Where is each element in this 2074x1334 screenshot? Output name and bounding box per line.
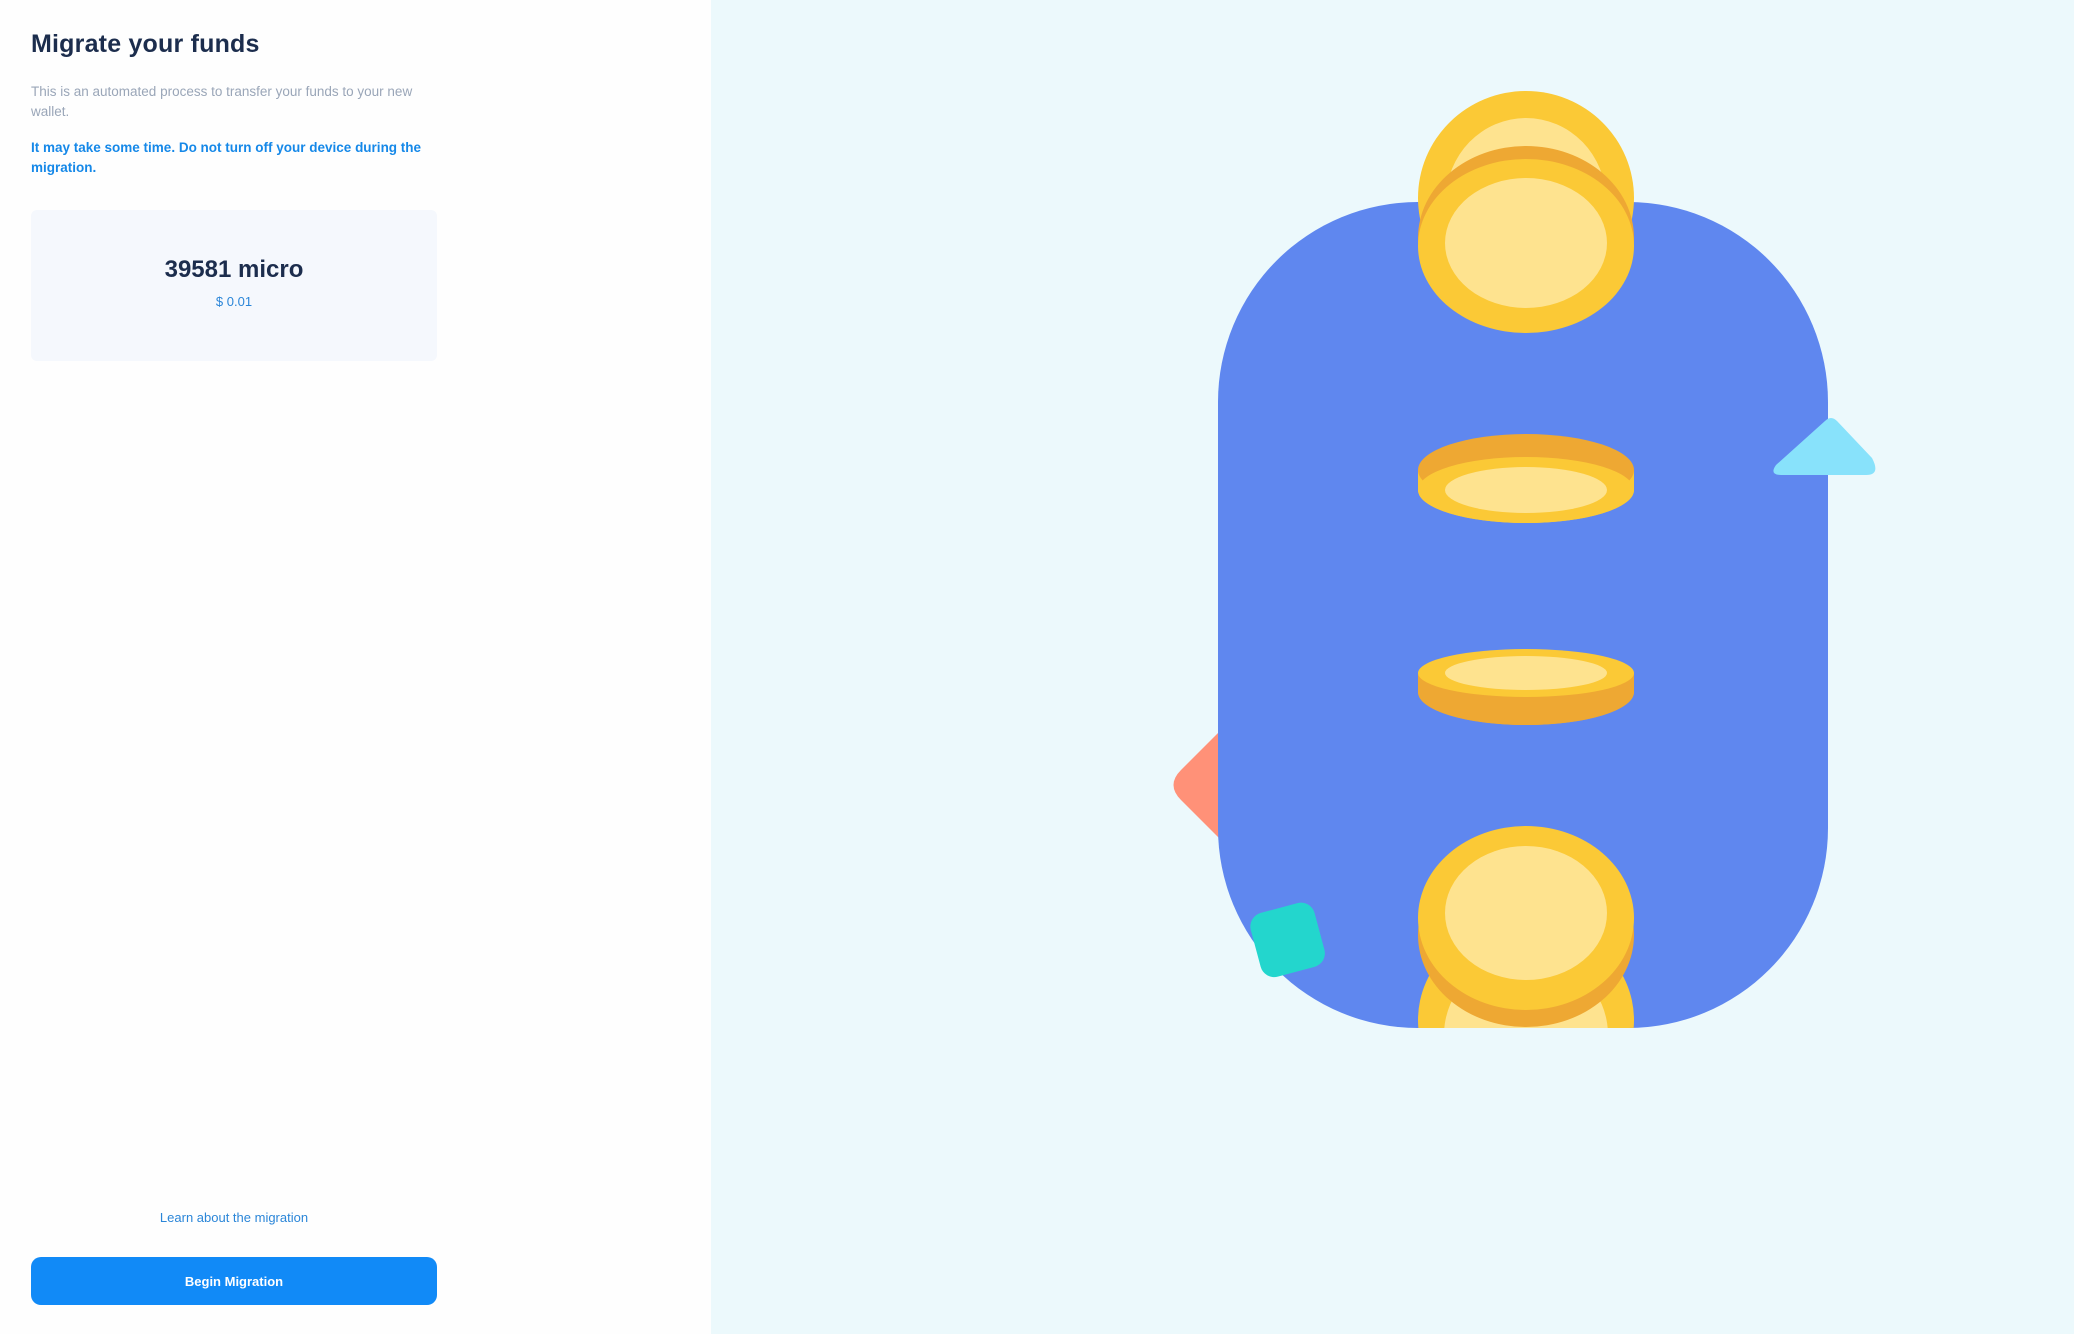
balance-fiat-value: $ 0.01: [215, 294, 253, 309]
coin-icon: [1418, 826, 1634, 1027]
coin-icon: [1418, 146, 1634, 333]
migration-warning: It may take some time. Do not turn off y…: [31, 140, 422, 175]
coin-icon: [1418, 649, 1634, 725]
balance-amount: 39581 micro: [164, 256, 304, 283]
begin-migration-button[interactable]: Begin Migration: [31, 1257, 437, 1305]
coin-icon: [1418, 434, 1634, 523]
migration-illustration: [1173, 91, 1876, 1028]
illustration-panel: [711, 0, 2074, 1334]
balance-card: 39581 micro $ 0.01: [31, 210, 437, 361]
page-title: Migrate your funds: [31, 30, 260, 58]
left-panel: Migrate your funds This is an automated …: [0, 0, 711, 1334]
migration-screen: Migrate your funds This is an automated …: [0, 0, 2074, 1334]
learn-about-migration-link[interactable]: Learn about the migration: [31, 1210, 437, 1225]
page-description: This is an automated process to transfer…: [31, 84, 413, 119]
